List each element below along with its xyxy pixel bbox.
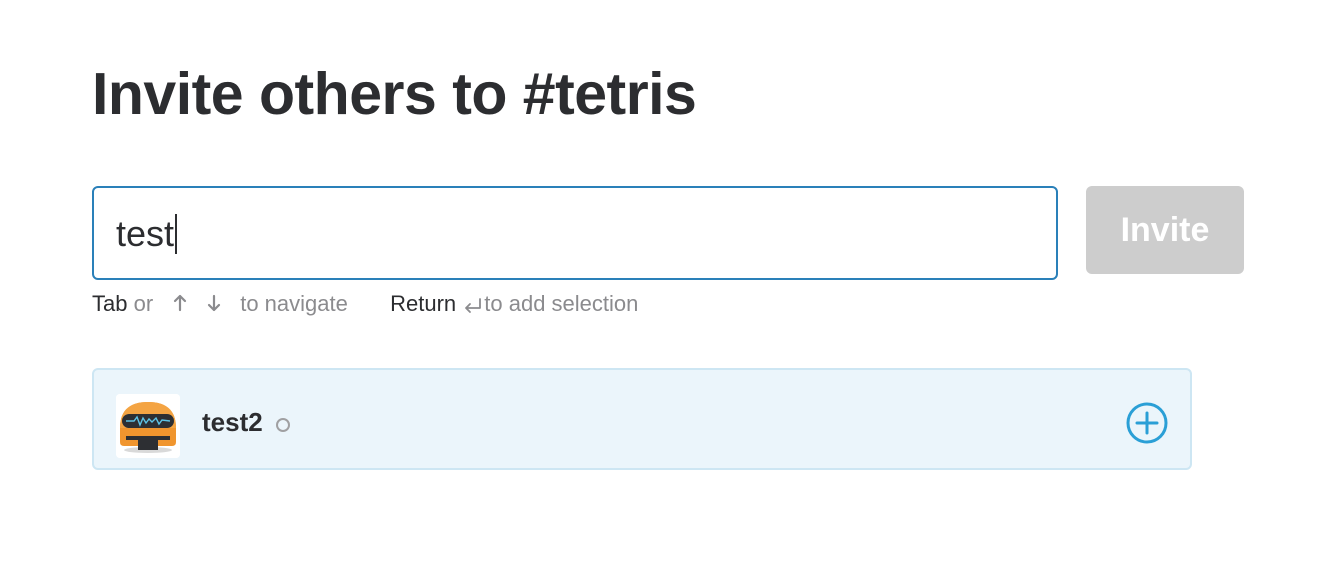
arrow-up-icon	[173, 295, 186, 312]
add-circle-icon	[1126, 402, 1168, 444]
hint-tab-key: Tab	[92, 291, 128, 316]
presence-away-icon	[276, 418, 290, 432]
hint-navigate: to navigate	[240, 291, 348, 316]
invite-button[interactable]: Invite	[1086, 186, 1244, 274]
user-name: test2	[202, 407, 263, 437]
invite-dialog: Invite others to #tetris test Invite Tab…	[0, 0, 1332, 565]
hint-return-key: Return	[390, 291, 457, 316]
hint-or: or	[133, 291, 154, 316]
text-caret	[175, 214, 178, 255]
add-user-button[interactable]	[1126, 402, 1168, 444]
search-field[interactable]: test	[92, 186, 1058, 280]
page-title: Invite others to #tetris	[92, 61, 697, 127]
hint-add-selection: to add selection	[484, 291, 639, 316]
robot-avatar-icon	[116, 394, 180, 458]
user-result-row[interactable]: test2	[92, 368, 1192, 470]
return-icon	[465, 298, 482, 314]
search-input[interactable]: test	[116, 188, 178, 278]
search-input-value: test	[116, 213, 175, 254]
arrow-down-icon	[207, 295, 220, 312]
keyboard-hint: Tab or to navigate Return to add selecti…	[92, 288, 638, 320]
